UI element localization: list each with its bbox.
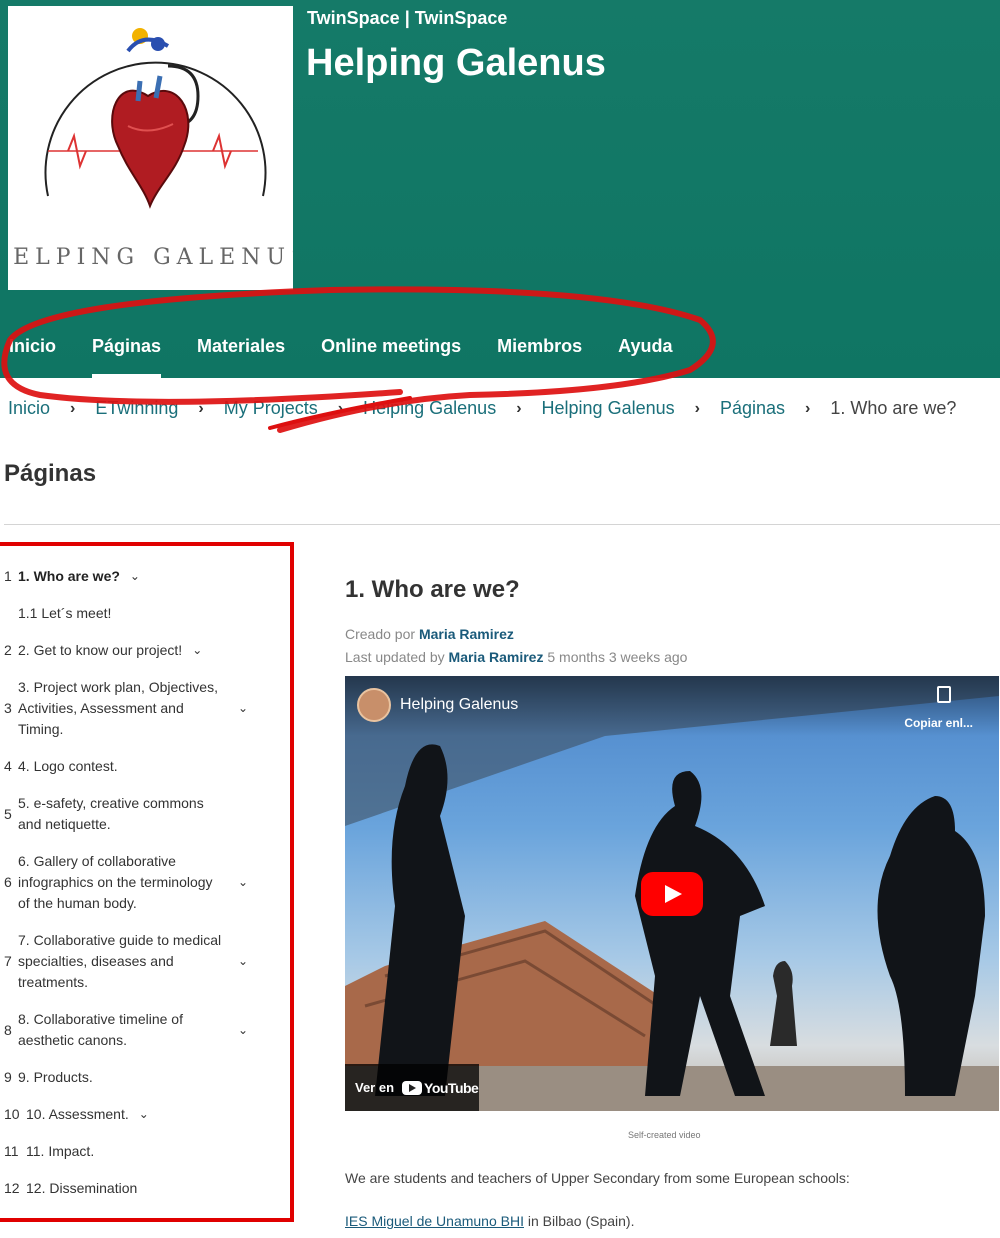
page-heading: Páginas (4, 460, 97, 487)
toc-item-label[interactable]: 1.1 Let´s meet! (18, 603, 111, 624)
toc-item-label[interactable]: 1. Who are we? (18, 566, 120, 587)
intro-paragraph: We are students and teachers of Upper Se… (345, 1170, 850, 1186)
updated-by-line: Last updated by Maria Ramirez 5 months 3… (345, 649, 688, 665)
chevron-down-icon[interactable]: ⌄ (238, 698, 248, 719)
breadcrumb-item[interactable]: Inicio (8, 398, 50, 419)
breadcrumb-item[interactable]: My Projects (224, 398, 318, 419)
toc-item-label[interactable]: 11. Impact. (26, 1141, 94, 1162)
nav-ayuda[interactable]: Ayuda (618, 326, 672, 378)
breadcrumb-item[interactable]: Páginas (720, 398, 785, 419)
nav-online-meetings[interactable]: Online meetings (321, 326, 461, 378)
divider (4, 524, 1000, 525)
nav-inicio[interactable]: Inicio (9, 326, 56, 378)
nav-materiales[interactable]: Materiales (197, 326, 285, 378)
toc-item-label[interactable]: 9. Products. (18, 1067, 93, 1088)
toc-item-label[interactable]: 8. Collaborative timeline of aesthetic c… (18, 1009, 228, 1051)
chevron-right-icon: › (198, 399, 204, 417)
video-caption: Self-created video (628, 1130, 701, 1140)
breadcrumb-item[interactable]: Helping Galenus (542, 398, 675, 419)
toc-item-label[interactable]: 10. Assessment. (26, 1104, 129, 1125)
site-title[interactable]: Helping Galenus (306, 42, 606, 85)
copy-icon[interactable] (937, 686, 951, 703)
toc-item[interactable]: 11 11. Impact. (4, 1141, 264, 1162)
chevron-down-icon[interactable]: ⌄ (130, 566, 140, 587)
chevron-down-icon[interactable]: ⌄ (238, 872, 248, 893)
created-by-line: Creado por Maria Ramirez (345, 626, 514, 642)
chevron-right-icon: › (516, 399, 522, 417)
toc-item-label[interactable]: 6. Gallery of collaborative infographics… (18, 851, 228, 914)
nav-miembros[interactable]: Miembros (497, 326, 582, 378)
toc-item-label[interactable]: 12. Dissemination (26, 1178, 137, 1199)
watch-on-youtube-button[interactable]: Ver en YouTube (345, 1064, 479, 1111)
school-line: IES Miguel de Unamuno BHI in Bilbao (Spa… (345, 1213, 635, 1229)
breadcrumb: Inicio › ETwinning › My Projects › Helpi… (8, 398, 956, 419)
chevron-down-icon[interactable]: ⌄ (238, 1020, 248, 1041)
site-subtitle[interactable]: TwinSpace | TwinSpace (307, 8, 507, 29)
project-logo[interactable]: HELPING GALENUS (0, 6, 306, 290)
toc-item-label[interactable]: 2. Get to know our project! (18, 640, 182, 661)
toc-item-label[interactable]: 7. Collaborative guide to medical specia… (18, 930, 228, 993)
author-link[interactable]: Maria Ramirez (449, 649, 544, 665)
toc-item[interactable]: 4 4. Logo contest. (4, 756, 264, 777)
toc-item[interactable]: 6 6. Gallery of collaborative infographi… (4, 851, 264, 914)
toc-item-label[interactable]: 3. Project work plan, Objectives, Activi… (18, 677, 228, 740)
nav-paginas[interactable]: Páginas (92, 326, 162, 378)
toc-item-label[interactable]: 5. e-safety, creative commons and netiqu… (18, 793, 228, 835)
chevron-right-icon: › (694, 399, 700, 417)
heart-logo-icon: HELPING GALENUS (0, 28, 306, 270)
toc-item[interactable]: 1 1. Who are we? ⌄ (4, 566, 264, 587)
toc-item[interactable]: 12 12. Dissemination (4, 1178, 264, 1199)
content-title: 1. Who are we? (345, 576, 520, 603)
chevron-down-icon[interactable]: ⌄ (238, 951, 248, 972)
chevron-right-icon: › (805, 399, 811, 417)
breadcrumb-item[interactable]: ETwinning (95, 398, 178, 419)
pages-sidebar: 1 1. Who are we? ⌄ 1.1 Let´s meet! 2 2. … (0, 542, 294, 1222)
copy-link-button[interactable]: Copiar enl... (904, 716, 973, 730)
toc-item[interactable]: 8 8. Collaborative timeline of aesthetic… (4, 1009, 264, 1051)
channel-avatar[interactable] (357, 688, 391, 722)
toc-item[interactable]: 5 5. e-safety, creative commons and neti… (4, 793, 264, 835)
toc-item[interactable]: 9 9. Products. (4, 1067, 264, 1088)
chevron-down-icon[interactable]: ⌄ (192, 640, 202, 661)
chevron-right-icon: › (70, 399, 76, 417)
author-link[interactable]: Maria Ramirez (419, 626, 514, 642)
toc-item-label[interactable]: 4. Logo contest. (18, 756, 118, 777)
youtube-play-icon (402, 1080, 423, 1095)
toc-item[interactable]: 3 3. Project work plan, Objectives, Acti… (4, 677, 264, 740)
site-header: HELPING GALENUS TwinSpace | TwinSpace He… (0, 0, 1000, 378)
video-player[interactable]: Helping Galenus Copiar enl... Ver en You… (345, 676, 999, 1111)
school-link[interactable]: IES Miguel de Unamuno BHI (345, 1213, 524, 1229)
toc-item[interactable]: 10 10. Assessment. ⌄ (4, 1104, 264, 1125)
pages-toc: 1 1. Who are we? ⌄ 1.1 Let´s meet! 2 2. … (4, 566, 264, 1215)
breadcrumb-item[interactable]: Helping Galenus (363, 398, 496, 419)
chevron-right-icon: › (337, 399, 344, 417)
toc-item[interactable]: 2 2. Get to know our project! ⌄ (4, 640, 264, 661)
toc-item[interactable]: 7 7. Collaborative guide to medical spec… (4, 930, 264, 993)
svg-text:HELPING GALENUS: HELPING GALENUS (8, 245, 293, 270)
play-button[interactable] (641, 872, 703, 916)
youtube-logo-icon: YouTube (402, 1080, 479, 1096)
video-title[interactable]: Helping Galenus (400, 696, 518, 714)
main-nav: Inicio Páginas Materiales Online meeting… (0, 326, 700, 378)
toc-subitem[interactable]: 1.1 Let´s meet! (18, 603, 264, 624)
chevron-down-icon[interactable]: ⌄ (139, 1104, 149, 1125)
breadcrumb-current: 1. Who are we? (830, 398, 957, 418)
